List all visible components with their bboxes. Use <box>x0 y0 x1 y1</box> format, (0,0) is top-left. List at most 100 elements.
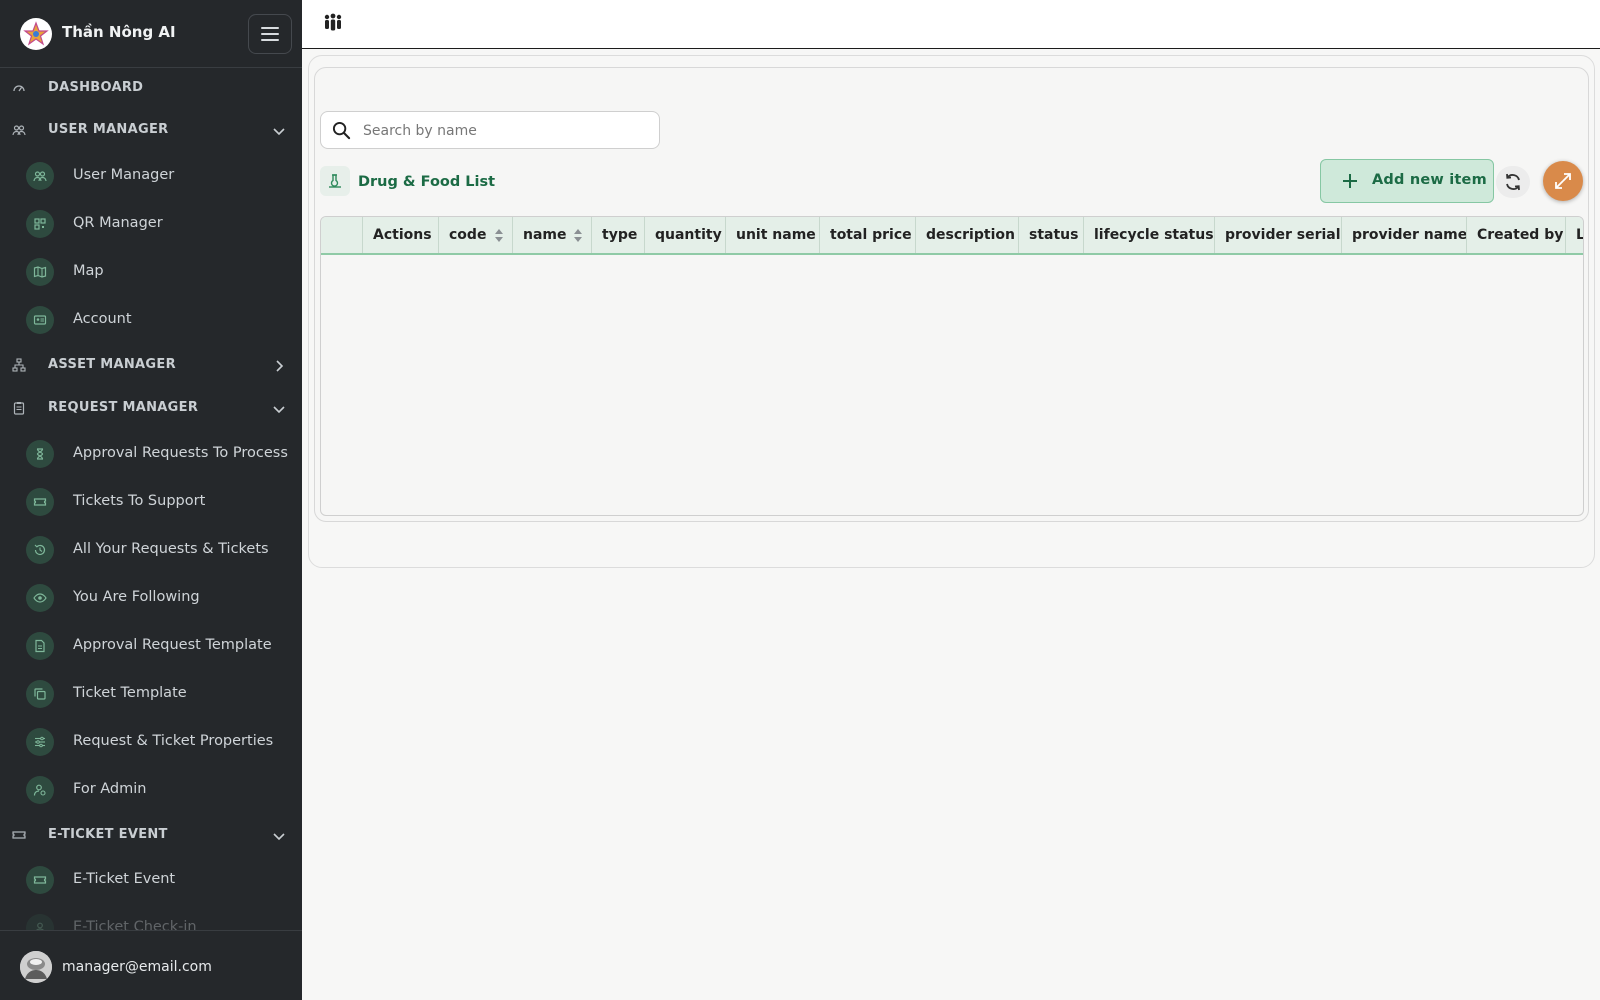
sidebar-item-label: Account <box>73 311 132 327</box>
sidebar-item-label: User Manager <box>73 167 175 183</box>
hamburger-icon <box>261 27 279 41</box>
sidebar-section-request-manager[interactable]: REQUEST MANAGER <box>0 388 302 428</box>
sidebar-item-label: You Are Following <box>73 589 200 605</box>
sidebar-item-label: E-Ticket Check-in <box>73 919 197 930</box>
users-icon <box>12 125 26 136</box>
sort-icon[interactable] <box>495 229 503 242</box>
sidebar-item-approval-requests-to-process[interactable]: Approval Requests To Process <box>0 432 302 476</box>
table-header: Actions code name type quantity unit nam… <box>321 217 1583 255</box>
gauge-icon <box>13 85 25 92</box>
sidebar-item-e-ticket-event[interactable]: E-Ticket Event <box>0 858 302 902</box>
column-header-status[interactable]: status <box>1019 217 1084 253</box>
sidebar-section-dashboard[interactable]: DASHBOARD <box>0 68 302 108</box>
sidebar-header: Thần Nông AI <box>0 0 302 68</box>
sidebar-section-label: DASHBOARD <box>48 80 144 95</box>
sidebar-item-icon-bubble <box>26 536 54 564</box>
sidebar-section-label: ASSET MANAGER <box>48 357 176 372</box>
sidebar-item-label: QR Manager <box>73 215 163 231</box>
sidebar-section-label: REQUEST MANAGER <box>48 400 199 415</box>
sidebar-item-icon-bubble <box>26 162 54 190</box>
page-title: Drug & Food List <box>358 174 496 190</box>
sidebar-item-request-ticket-properties[interactable]: Request & Ticket Properties <box>0 720 302 764</box>
avatar[interactable] <box>20 951 52 983</box>
column-header-type[interactable]: type <box>592 217 645 253</box>
sidebar-item-icon-bubble <box>26 258 54 286</box>
chevron-down-icon[interactable] <box>272 124 286 138</box>
column-header-description[interactable]: description <box>916 217 1019 253</box>
sidebar-section-asset-manager[interactable]: ASSET MANAGER <box>0 345 302 385</box>
sidebar-item-label: Approval Requests To Process <box>73 445 288 461</box>
hourglass-icon <box>36 448 44 460</box>
column-header-label: provider name <box>1352 227 1467 243</box>
sidebar-item-qr-manager[interactable]: QR Manager <box>0 202 302 246</box>
search-input[interactable] <box>363 117 653 145</box>
id-card-icon <box>33 315 47 325</box>
column-header-total-price[interactable]: total price <box>820 217 916 253</box>
qr-icon <box>34 218 46 230</box>
sidebar-footer: manager@email.com <box>0 930 302 1000</box>
user-check-icon <box>36 922 44 930</box>
sidebar-item-icon-bubble <box>26 728 54 756</box>
sidebar-item-e-ticket-check-in[interactable]: E-Ticket Check-in <box>0 906 302 930</box>
sidebar-item-icon-bubble <box>26 306 54 334</box>
chevron-down-icon[interactable] <box>272 402 286 416</box>
column-header-name[interactable]: name <box>513 217 592 253</box>
sidebar-section-label: E-TICKET EVENT <box>48 827 168 842</box>
fullscreen-button[interactable] <box>1543 161 1583 201</box>
sidebar-item-map[interactable]: Map <box>0 250 302 294</box>
copy-icon <box>34 688 46 700</box>
column-header-label: unit name <box>736 227 816 243</box>
column-header-provider-serial[interactable]: provider serial <box>1215 217 1342 253</box>
sidebar-item-you-are-following[interactable]: You Are Following <box>0 576 302 620</box>
sidebar-item-account[interactable]: Account <box>0 298 302 342</box>
sliders-icon <box>35 736 45 748</box>
app-logo[interactable] <box>20 18 52 50</box>
sidebar-item-label: Map <box>73 263 104 279</box>
chevron-right-icon[interactable] <box>272 359 286 373</box>
sidebar-item-label: Ticket Template <box>73 685 187 701</box>
sidebar-item-label: Approval Request Template <box>73 637 272 653</box>
column-header-quantity[interactable]: quantity <box>645 217 726 253</box>
column-header-provider-name[interactable]: provider name <box>1342 217 1467 253</box>
sidebar-item-for-admin[interactable]: For Admin <box>0 768 302 812</box>
column-header-label: status <box>1029 227 1079 243</box>
user-email[interactable]: manager@email.com <box>62 959 212 975</box>
sidebar-nav[interactable]: DASHBOARD USER MANAGER User Manager QR M… <box>0 68 302 930</box>
column-header-select[interactable] <box>321 217 363 253</box>
column-header-lifecycle-status[interactable]: lifecycle status <box>1084 217 1215 253</box>
list-icon-badge <box>320 166 350 196</box>
sidebar-item-user-manager[interactable]: User Manager <box>0 154 302 198</box>
column-header-label: quantity <box>655 227 722 243</box>
drug-food-icon <box>329 174 341 188</box>
sidebar-item-ticket-template[interactable]: Ticket Template <box>0 672 302 716</box>
column-header-unit-name[interactable]: unit name <box>726 217 820 253</box>
column-header-created-by[interactable]: Created by <box>1467 217 1566 253</box>
app-title: Thần Nông AI <box>62 23 176 41</box>
add-new-item-button[interactable]: Add new item <box>1320 159 1494 203</box>
sidebar-item-icon-bubble <box>26 440 54 468</box>
clipboard-icon <box>13 402 25 415</box>
sidebar-item-label: Request & Ticket Properties <box>73 733 274 749</box>
sidebar-section-e-ticket-event[interactable]: E-TICKET EVENT <box>0 815 302 855</box>
column-header-label: Actions <box>373 227 432 243</box>
column-header-overflow[interactable]: L <box>1566 217 1583 253</box>
team-icon[interactable] <box>322 12 344 34</box>
refresh-button[interactable] <box>1496 166 1530 198</box>
star-logo-icon <box>23 21 49 46</box>
column-header-code[interactable]: code <box>439 217 513 253</box>
sidebar-item-label: E-Ticket Event <box>73 871 176 887</box>
sort-icon[interactable] <box>574 229 582 242</box>
menu-toggle-button[interactable] <box>248 14 292 54</box>
chevron-down-icon[interactable] <box>272 829 286 843</box>
refresh-icon <box>1506 173 1520 191</box>
history-icon <box>34 544 46 556</box>
sidebar-item-approval-request-template[interactable]: Approval Request Template <box>0 624 302 668</box>
sidebar-section-user-manager[interactable]: USER MANAGER <box>0 110 302 150</box>
column-header-actions[interactable]: Actions <box>363 217 439 253</box>
sidebar-item-icon-bubble <box>26 680 54 708</box>
sidebar-item-all-your-requests[interactable]: All Your Requests & Tickets <box>0 528 302 572</box>
expand-icon <box>1555 173 1571 189</box>
eye-icon <box>33 593 47 603</box>
search-field[interactable] <box>320 111 660 149</box>
sidebar-item-tickets-to-support[interactable]: Tickets To Support <box>0 480 302 524</box>
